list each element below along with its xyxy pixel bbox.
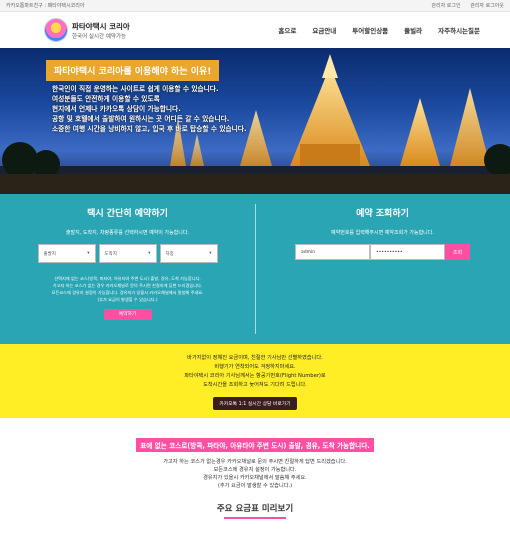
reservation-password-input[interactable]: •••••••••• — [370, 244, 445, 260]
chevron-down-icon: ▾ — [209, 251, 212, 256]
hero-line: 현지에서 언제나 카카오톡 상담이 가능합니다. — [52, 105, 181, 113]
booking-title: 택시 간단히 예약하기 — [87, 209, 168, 219]
fare-preview-title: 주요 요금표 미리보기 — [216, 504, 294, 514]
book-button[interactable]: 예약하기 — [103, 309, 152, 320]
vehicle-select[interactable]: 차종 ▾ — [159, 244, 218, 263]
chevron-down-icon: ▾ — [87, 251, 90, 256]
nav-faq[interactable]: 자주하시는질문 — [438, 25, 480, 35]
hero-text: 한국인이 직접 운영하는 사이트로 쉽게 이용할 수 있습니다. 여성분들도 안… — [52, 84, 246, 134]
route-info-section: 표에 없는 코스로(방콕, 파타야, 아유타야 주변 도시) 출발, 경유, 도… — [0, 418, 510, 519]
route-line: 모든코스에 경유지 설정이 가능합니다. — [213, 467, 297, 473]
top-utility-bar: 카카오톱파트친구 : 패타야택시코리아 관리자 로그인 관리자 로그아웃 — [0, 0, 510, 12]
chevron-down-icon: ▾ — [148, 251, 151, 256]
lookup-button[interactable]: 조회 — [445, 244, 470, 260]
lookup-subtitle: 예약번호를 입력해주시면 예약조회가 가능합니다. — [331, 230, 434, 236]
nav-tours[interactable]: 투어할인상품 — [352, 25, 388, 35]
admin-logout-link[interactable]: 관리자 로그아웃 — [470, 3, 504, 9]
booking-section: 택시 간단히 예약하기 출발지, 도착지, 차량종류를 선택하시면 예약이 가능… — [0, 194, 510, 344]
nav-fares[interactable]: 요금안내 — [312, 25, 336, 35]
reservation-lookup-panel: 예약 조회하기 예약번호를 입력해주시면 예약조회가 가능합니다. admin … — [255, 194, 510, 344]
main-nav: 홈으로 요금안내 투어할인상품 풀빌라 자주하시는질문 — [278, 25, 480, 35]
hero-line: 소중한 여행 시간을 낭비하지 않고, 입국 후 바로 탑승할 수 있습니다. — [52, 125, 247, 133]
reservation-id-input[interactable]: admin — [295, 244, 370, 260]
hero-title: 파타야택시 코리아를 이용해야 하는 이유! — [46, 60, 220, 81]
kakao-chat-button[interactable]: 카카오톡 1:1 실시간 상담 바로가기 — [213, 397, 297, 410]
logo-title: 파타야택시 코리아 — [72, 21, 130, 31]
site-logo[interactable]: 파타야택시 코리아 한국어 실시간 예약가능 — [44, 18, 130, 42]
logo-icon — [44, 18, 68, 42]
arrival-select[interactable]: 도착지 ▾ — [98, 244, 157, 263]
lookup-title: 예약 조회하기 — [356, 209, 409, 219]
route-line: (추가 요금이 발생할 수 있습니다.) — [217, 483, 293, 489]
kakao-line: 도착시간을 조회하고 늦어져도 기다려 드립니다. — [203, 382, 307, 388]
kakao-line: 바가지없이 정해진 요금이며, 친절한 기사님만 선별하였습니다. — [187, 355, 323, 361]
kakao-line: 비행기가 연착되어도 걱정하지마세요. — [214, 364, 296, 370]
route-line: 가고자 하는 코스가 없는경우 카카오채널로 문의 주시면 친절하게 답변 드리… — [163, 459, 347, 465]
route-line: 경유지가 있을시 카카오채널에서 말씀해 주세요. — [203, 475, 307, 481]
logo-subtitle: 한국어 실시간 예약가능 — [72, 33, 127, 40]
hero-line: 여성분들도 안전하게 이용할 수 있도록 — [52, 95, 160, 103]
booking-subtitle: 출발지, 도착지, 차량종류를 선택하시면 예약이 가능합니다. — [65, 230, 190, 236]
hero-banner: 파타야택시 코리아를 이용해야 하는 이유! 한국인이 직접 운영하는 사이트로… — [0, 48, 510, 194]
route-highlight: 표에 없는 코스로(방콕, 파타야, 아유타야 주변 도시) 출발, 경유, 도… — [136, 438, 374, 452]
kakao-info-section: 바가지없이 정해진 요금이며, 친절한 기사님만 선별하였습니다. 비행기가 연… — [0, 344, 510, 418]
fare-title-underline — [224, 517, 286, 519]
site-header: 파타야택시 코리아 한국어 실시간 예약가능 홈으로 요금안내 투어할인상품 풀… — [0, 12, 510, 48]
hero-line: 한국인이 직접 운영하는 사이트로 쉽게 이용할 수 있습니다. — [52, 85, 219, 93]
nav-poolvilla[interactable]: 풀빌라 — [404, 25, 422, 35]
quick-booking-panel: 택시 간단히 예약하기 출발지, 도착지, 차량종류를 선택하시면 예약이 가능… — [0, 194, 255, 344]
booking-notice: 선택지에 없는 코스(방콕, 파타야, 아유타야 주변 도시) 출발, 경유, … — [51, 276, 204, 302]
nav-home[interactable]: 홈으로 — [278, 25, 296, 35]
breadcrumb: 카카오톱파트친구 : 패타야택시코리아 — [6, 3, 85, 9]
kakao-line: 파타야택시 코리아 기사님께서는 항공기번호(Flight Number)로 — [184, 373, 326, 379]
departure-select[interactable]: 출발지 ▾ — [37, 244, 96, 263]
admin-login-link[interactable]: 관리자 로그인 — [431, 3, 460, 9]
hero-line: 공항 및 호텔에서 출발하여 원하시는 곳 어디든 갈 수 있습니다. — [52, 115, 230, 123]
